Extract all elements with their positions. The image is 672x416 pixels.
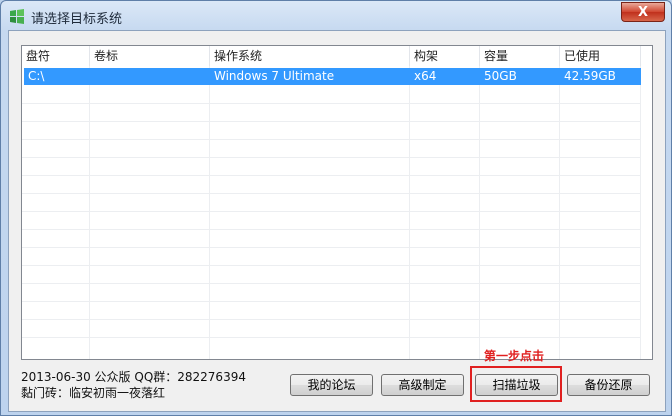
grid-line: [640, 66, 641, 359]
dialog-window: 请选择目标系统 X 盘符 卷标 操作系统 构架 容量 已使用 C:\ Windo…: [0, 0, 672, 416]
column-header-used[interactable]: 已使用: [560, 46, 641, 66]
backup-restore-button[interactable]: 备份还原: [567, 374, 650, 396]
table-row[interactable]: C:\ Windows 7 Ultimate x64 50GB 42.59GB: [24, 68, 641, 85]
cell-drive: C:\: [28, 69, 45, 83]
grid-line: [559, 66, 560, 359]
scan-junk-button[interactable]: 扫描垃圾: [475, 374, 558, 396]
grid-line: [22, 265, 641, 266]
advanced-settings-button[interactable]: 高级制定: [381, 374, 464, 396]
grid-line: [89, 66, 90, 359]
system-list[interactable]: 盘符 卷标 操作系统 构架 容量 已使用 C:\ Windows 7 Ultim…: [21, 45, 653, 360]
grid-line: [22, 103, 641, 104]
grid-line: [22, 193, 641, 194]
cell-arch: x64: [414, 69, 437, 83]
grid-line: [479, 66, 480, 359]
column-header-os[interactable]: 操作系统: [210, 46, 410, 66]
grid-line: [22, 319, 641, 320]
dialog-body: 盘符 卷标 操作系统 构架 容量 已使用 C:\ Windows 7 Ultim…: [8, 30, 666, 412]
version-info: 2013-06-30 公众版 QQ群：282276394: [21, 370, 246, 384]
column-header-label[interactable]: 卷标: [90, 46, 210, 66]
grid-line: [209, 66, 210, 359]
grid-line: [22, 175, 641, 176]
grid-line: [22, 229, 641, 230]
column-header-arch[interactable]: 构架: [410, 46, 480, 66]
list-header: 盘符 卷标 操作系统 构架 容量 已使用: [22, 46, 652, 66]
cell-os: Windows 7 Ultimate: [214, 69, 335, 83]
grid-line: [22, 301, 641, 302]
close-icon: X: [637, 4, 649, 20]
grid-line: [22, 121, 641, 122]
my-forum-button[interactable]: 我的论坛: [290, 374, 373, 396]
grid-line: [22, 211, 641, 212]
app-icon: [10, 9, 24, 24]
step-annotation: 第一步点击: [484, 349, 545, 363]
window-title: 请选择目标系统: [31, 12, 123, 27]
close-button[interactable]: X: [621, 2, 665, 22]
author-info: 黏门砖：临安初雨一夜落红: [21, 386, 166, 400]
grid-line: [22, 337, 641, 338]
grid-line: [22, 157, 641, 158]
column-header-drive[interactable]: 盘符: [22, 46, 90, 66]
cell-label: [90, 68, 210, 85]
grid-line: [22, 283, 641, 284]
grid-line: [409, 66, 410, 359]
title-bar[interactable]: 请选择目标系统 X: [1, 1, 671, 31]
grid-line: [22, 247, 641, 248]
cell-used: 42.59GB: [564, 69, 616, 83]
cell-capacity: 50GB: [484, 69, 517, 83]
column-header-capacity[interactable]: 容量: [480, 46, 560, 66]
grid-line: [22, 139, 641, 140]
